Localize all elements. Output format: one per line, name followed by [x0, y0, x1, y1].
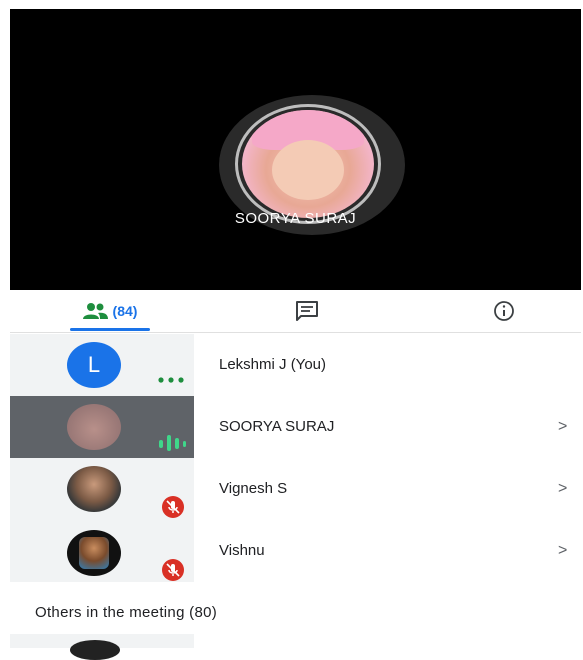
speaker-avatar — [242, 110, 374, 218]
avatar — [70, 640, 120, 660]
tab-chat[interactable] — [287, 290, 327, 332]
avatar: L — [67, 342, 121, 388]
participant-name: SOORYA SURAJ — [219, 418, 335, 435]
avatar — [67, 466, 121, 512]
audio-level-icon — [159, 435, 186, 451]
participant-tile — [10, 458, 194, 520]
others-section-header: Others in the meeting (80) — [35, 604, 218, 621]
participant-row[interactable]: Vignesh S > — [10, 458, 581, 520]
mic-off-icon — [162, 559, 184, 581]
participant-row[interactable]: L Lekshmi J (You) — [10, 334, 581, 396]
tab-people[interactable]: (84) — [60, 290, 158, 332]
main-video-tile[interactable]: SOORYA SURAJ — [10, 9, 581, 290]
participant-row[interactable]: Vishnu > — [10, 520, 581, 582]
participant-tile — [10, 396, 194, 458]
info-icon — [494, 301, 514, 321]
avatar — [67, 404, 121, 450]
participant-row[interactable]: SOORYA SURAJ > — [10, 396, 581, 458]
mic-off-icon — [162, 496, 184, 518]
more-icon — [158, 377, 184, 383]
speaker-name: SOORYA SURAJ — [234, 210, 357, 227]
chevron-right-icon[interactable]: > — [558, 458, 567, 520]
people-count: (84) — [112, 303, 138, 319]
participant-name: Lekshmi J (You) — [219, 356, 326, 373]
participant-tile: L — [10, 334, 194, 396]
chevron-right-icon[interactable]: > — [558, 520, 567, 582]
people-icon — [82, 303, 108, 319]
active-tab-indicator — [70, 328, 150, 331]
participant-tile — [10, 634, 194, 660]
side-panel-tabs: (84) — [10, 290, 581, 333]
participant-tile — [10, 520, 194, 582]
avatar — [67, 530, 121, 576]
chat-icon — [296, 301, 318, 321]
participant-name: Vishnu — [219, 542, 265, 559]
chevron-right-icon[interactable]: > — [558, 396, 567, 458]
participant-name: Vignesh S — [219, 480, 288, 497]
tab-info[interactable] — [484, 290, 524, 332]
avatar-initial: L — [87, 352, 101, 377]
